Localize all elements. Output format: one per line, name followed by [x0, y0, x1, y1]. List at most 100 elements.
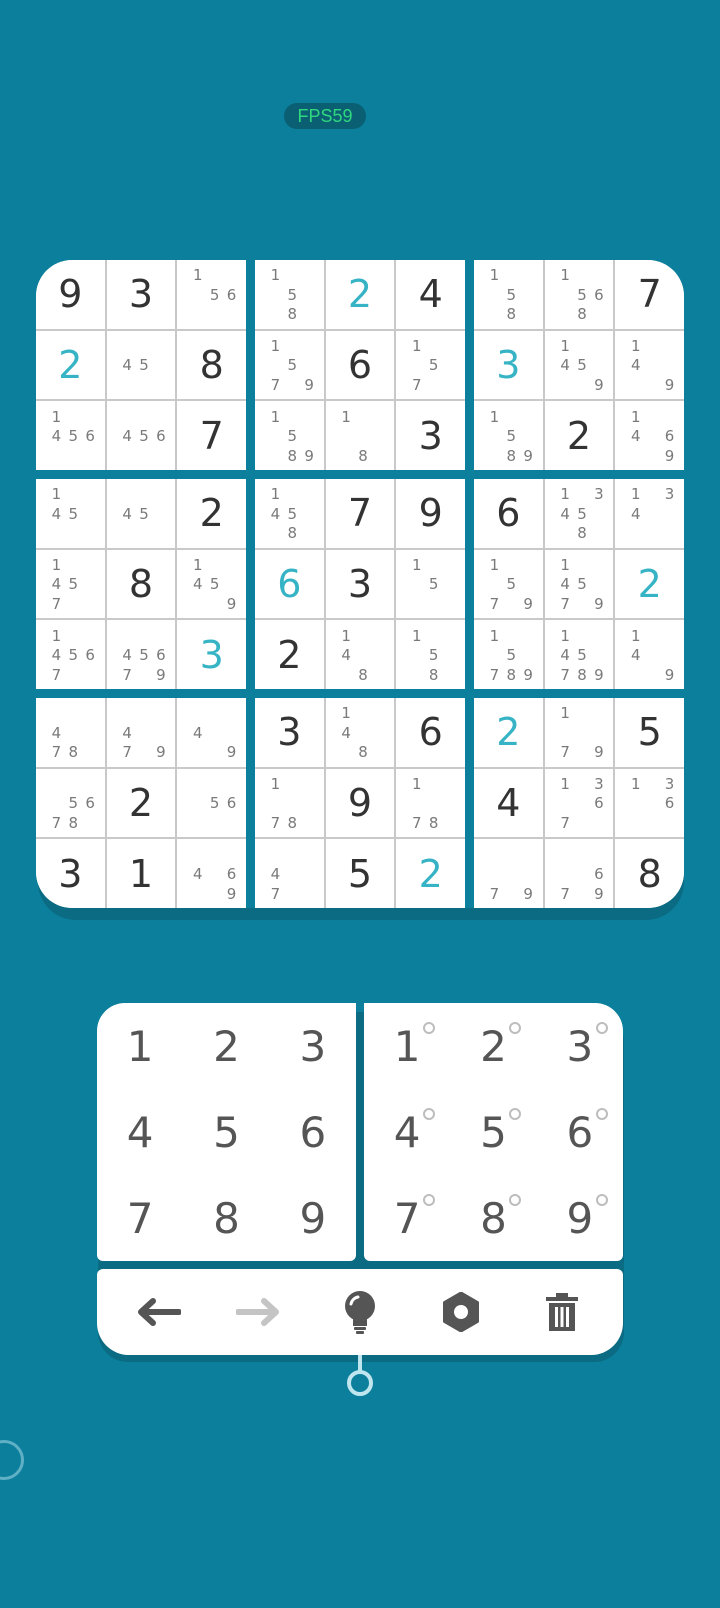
- board-cell[interactable]: 1456: [36, 401, 105, 470]
- board-cell[interactable]: 2: [106, 768, 176, 838]
- board-cell[interactable]: 8: [106, 549, 176, 619]
- board-cell[interactable]: 158: [474, 260, 543, 329]
- note-key[interactable]: 3: [550, 1016, 610, 1076]
- board-cell[interactable]: 1579: [255, 330, 324, 400]
- board-cell[interactable]: 156: [177, 260, 246, 329]
- board-cell[interactable]: 3: [325, 549, 395, 619]
- board-cell[interactable]: 47: [255, 839, 324, 908]
- note-key[interactable]: 8: [463, 1188, 523, 1248]
- board-cell[interactable]: 3: [396, 401, 465, 470]
- note-key[interactable]: 6: [550, 1102, 610, 1162]
- board-cell[interactable]: 15: [396, 549, 465, 619]
- board-cell[interactable]: 47 9: [106, 698, 176, 767]
- board-cell[interactable]: 1 78: [255, 768, 324, 838]
- digit-key[interactable]: 3: [283, 1016, 343, 1076]
- board-cell[interactable]: 45: [106, 479, 176, 548]
- note-key[interactable]: 7: [377, 1188, 437, 1248]
- board-cell[interactable]: 14 69: [615, 401, 684, 470]
- board-cell[interactable]: 49: [177, 698, 246, 767]
- note-key[interactable]: 5: [463, 1102, 523, 1162]
- board-cell[interactable]: 2: [474, 698, 543, 767]
- board-cell[interactable]: 478: [36, 698, 105, 767]
- board-cell[interactable]: 6 7 9: [544, 839, 614, 908]
- board-cell[interactable]: 5: [325, 839, 395, 908]
- digit-key[interactable]: 4: [110, 1102, 170, 1162]
- board-cell[interactable]: 18: [325, 401, 395, 470]
- board-cell[interactable]: 56 78: [36, 768, 105, 838]
- board-cell[interactable]: 1457 9: [544, 549, 614, 619]
- board-cell[interactable]: 1 78: [396, 768, 465, 838]
- board-cell[interactable]: 9: [325, 768, 395, 838]
- note-key[interactable]: 2: [463, 1016, 523, 1076]
- board-cell[interactable]: 1589: [255, 401, 324, 470]
- hint-button[interactable]: [330, 1282, 390, 1342]
- board-cell[interactable]: 4: [474, 768, 543, 838]
- board-cell[interactable]: 1 36: [615, 768, 684, 838]
- board-cell[interactable]: 1 36 7: [544, 768, 614, 838]
- board-cell[interactable]: 158: [396, 620, 465, 689]
- board-cell[interactable]: 14 9: [615, 330, 684, 400]
- board-cell[interactable]: 15789: [474, 620, 543, 689]
- board-cell[interactable]: 6: [474, 479, 543, 548]
- delete-button[interactable]: [532, 1282, 592, 1342]
- board-cell[interactable]: 1: [106, 839, 176, 908]
- settings-button[interactable]: [431, 1282, 491, 1342]
- board-cell[interactable]: 1458: [255, 479, 324, 548]
- board-cell[interactable]: 158: [255, 260, 324, 329]
- redo-button[interactable]: [229, 1282, 289, 1342]
- board-cell[interactable]: 2: [177, 479, 246, 548]
- board-cell[interactable]: 4 69: [177, 839, 246, 908]
- board-cell[interactable]: 3: [106, 260, 176, 329]
- digit-key[interactable]: 1: [110, 1016, 170, 1076]
- board-cell[interactable]: 79: [474, 839, 543, 908]
- digit-key[interactable]: 8: [196, 1188, 256, 1248]
- board-cell[interactable]: 3: [474, 330, 543, 400]
- board-cell[interactable]: 14 9: [615, 620, 684, 689]
- board-cell[interactable]: 2: [36, 330, 105, 400]
- board-cell[interactable]: 148: [325, 620, 395, 689]
- board-cell[interactable]: 456 7 9: [106, 620, 176, 689]
- board-cell[interactable]: 8: [615, 839, 684, 908]
- board-cell[interactable]: 2: [325, 260, 395, 329]
- board-cell[interactable]: 1457: [36, 549, 105, 619]
- board-cell[interactable]: 148: [325, 698, 395, 767]
- board-cell[interactable]: 5: [615, 698, 684, 767]
- board-cell[interactable]: 6: [396, 698, 465, 767]
- board-cell[interactable]: 8: [177, 330, 246, 400]
- board-cell[interactable]: 1459: [177, 549, 246, 619]
- note-key[interactable]: 9: [550, 1188, 610, 1248]
- board-cell[interactable]: 6: [325, 330, 395, 400]
- board-cell[interactable]: 1459: [544, 330, 614, 400]
- board-cell[interactable]: 4: [396, 260, 465, 329]
- board-cell[interactable]: 145: [36, 479, 105, 548]
- board-cell[interactable]: 7: [177, 401, 246, 470]
- board-cell[interactable]: 456: [106, 401, 176, 470]
- board-cell[interactable]: 7: [615, 260, 684, 329]
- board-cell[interactable]: 56: [177, 768, 246, 838]
- board-cell[interactable]: 7: [325, 479, 395, 548]
- board-cell[interactable]: 3: [177, 620, 246, 689]
- sleep-icon[interactable]: [0, 1440, 24, 1480]
- board-cell[interactable]: 9: [36, 260, 105, 329]
- board-cell[interactable]: 2: [255, 620, 324, 689]
- board-cell[interactable]: 1589: [474, 401, 543, 470]
- board-cell[interactable]: 45: [106, 330, 176, 400]
- digit-key[interactable]: 9: [283, 1188, 343, 1248]
- board-cell[interactable]: 2: [615, 549, 684, 619]
- undo-button[interactable]: [128, 1282, 188, 1342]
- board-cell[interactable]: 6: [255, 549, 324, 619]
- board-cell[interactable]: 3: [36, 839, 105, 908]
- board-cell[interactable]: 157: [396, 330, 465, 400]
- digit-key[interactable]: 7: [110, 1188, 170, 1248]
- digit-key[interactable]: 6: [283, 1102, 343, 1162]
- board-cell[interactable]: 145789: [544, 620, 614, 689]
- board-cell[interactable]: 2: [396, 839, 465, 908]
- board-cell[interactable]: 2: [544, 401, 614, 470]
- board-cell[interactable]: 1 7 9: [544, 698, 614, 767]
- board-cell[interactable]: 3: [255, 698, 324, 767]
- note-key[interactable]: 1: [377, 1016, 437, 1076]
- board-cell[interactable]: 1579: [474, 549, 543, 619]
- board-cell[interactable]: 9: [396, 479, 465, 548]
- drag-handle[interactable]: [347, 1370, 373, 1396]
- digit-key[interactable]: 2: [196, 1016, 256, 1076]
